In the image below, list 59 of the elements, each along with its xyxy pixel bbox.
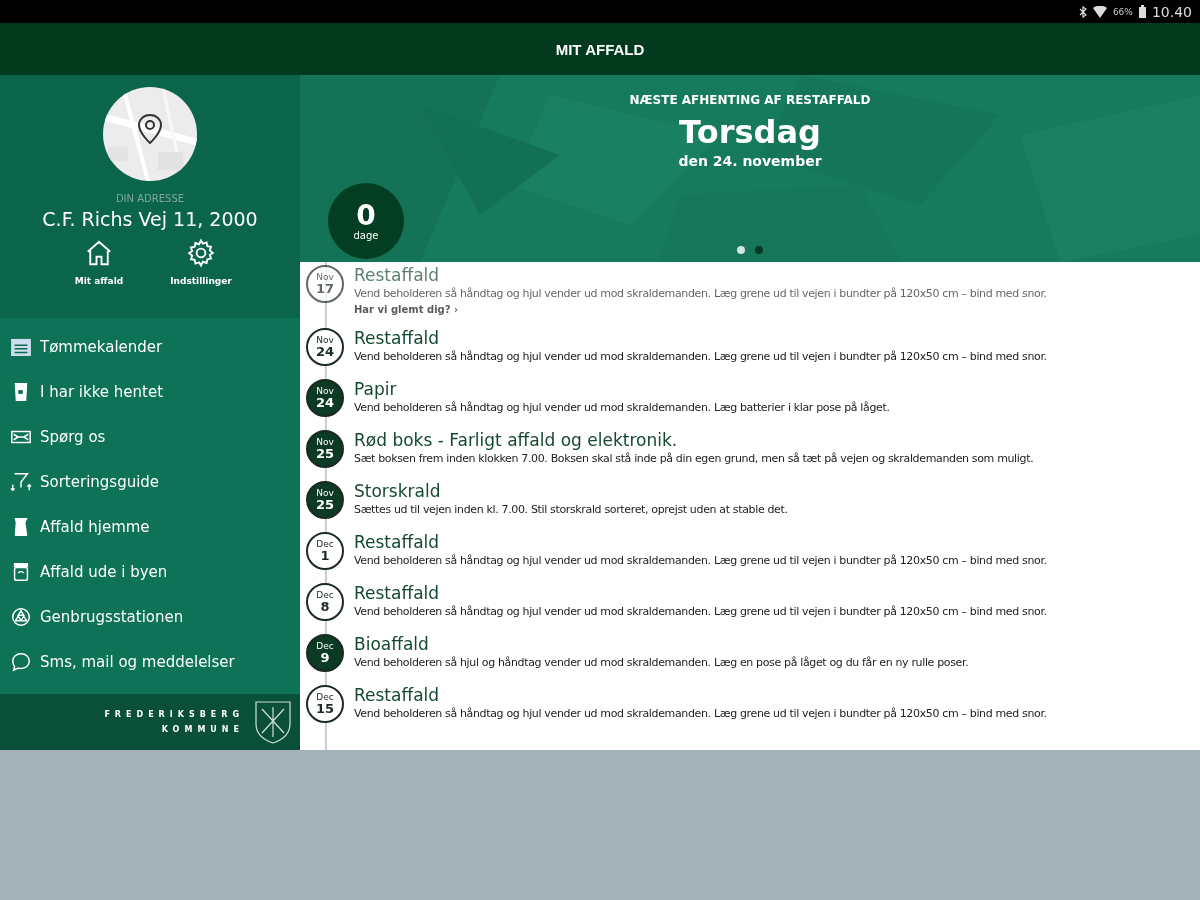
wifi-icon: [1092, 5, 1107, 18]
page-dot[interactable]: [737, 246, 745, 254]
date-badge: Dec 15: [306, 685, 344, 723]
menu-item[interactable]: I har ikke hentet: [0, 369, 300, 414]
menu-item[interactable]: Sms, mail og meddelelser: [0, 639, 300, 684]
pickup-instructions: Vend beholderen så hjul og håndtag vender ud mod skraldemanden. Læg en pose på låget og du får en ny rulle poser.: [354, 656, 969, 669]
pickup-title: Bioaffald: [354, 634, 430, 654]
menu-item[interactable]: Sorteringsguide: [0, 459, 300, 504]
missed-pickup-link[interactable]: Har vi glemt dig? ›: [354, 304, 1047, 315]
bluetooth-icon: [1078, 5, 1087, 18]
menu-item[interactable]: Spørg os: [0, 414, 300, 459]
pickup-instructions: Vend beholderen så håndtag og hjul vender ud mod skraldemanden. Læg grene ud til vejen i bundter på 120x50 cm – bind med snor.: [354, 350, 1047, 363]
date-badge: Dec 1: [306, 532, 344, 570]
pickup-instructions: Sæt boksen frem inden klokken 7.00. Boksen skal stå inde på din egen grund, men så tæt på vejen og skraldemanden som muligt.: [354, 452, 1034, 465]
pickup-instructions: Sættes ud til vejen inden kl. 7.00. Stil storskrald sorteret, oprejst uden at stable det.: [354, 503, 788, 516]
crest-icon: [254, 699, 292, 745]
pickup-instructions: Vend beholderen så håndtag og hjul vender ud mod skraldemanden. Læg grene ud til vejen i bundter på 120x50 cm – bind med snor.: [354, 287, 1047, 300]
pickup-instructions: Vend beholderen så håndtag og hjul vender ud mod skraldemanden. Læg grene ud til vejen i bundter på 120x50 cm – bind med snor.: [354, 707, 1047, 720]
app-title: MIT AFFALD: [555, 40, 645, 58]
date-badge: Nov 25: [306, 430, 344, 468]
battery-percent: 66%: [1112, 6, 1133, 17]
date-badge: Nov 24: [306, 379, 344, 417]
chat-icon: [10, 650, 32, 673]
pickup-date: den 24. november: [678, 153, 822, 169]
date-badge: Dec 9: [306, 634, 344, 672]
page-dot[interactable]: [755, 246, 763, 254]
pickup-instructions: Vend beholderen så håndtag og hjul vender ud mod skraldemanden. Læg batterier i klar pose på låget.: [354, 401, 890, 414]
date-badge: Nov 24: [306, 328, 344, 366]
menu-item[interactable]: Genbrugsstationen: [0, 594, 300, 639]
pickup-title: Papir: [354, 379, 398, 399]
countdown-unit: dage: [353, 229, 379, 241]
menu-item[interactable]: Affald ude i byen: [0, 549, 300, 594]
date-badge: Dec 8: [306, 583, 344, 621]
pickup-title: Restaffald: [354, 265, 441, 285]
pickup-title: Restaffald: [354, 532, 441, 552]
address-label: DIN ADRESSE: [115, 193, 185, 204]
clock: 10.40: [1151, 3, 1192, 20]
pickup-title: Rød boks - Farligt affald og elektronik.: [354, 430, 679, 450]
date-badge: Nov 17: [306, 265, 344, 303]
pickup-title: Restaffald: [354, 583, 441, 603]
battery-icon: [1138, 5, 1146, 18]
pickup-title: Restaffald: [354, 328, 441, 348]
menu-item[interactable]: Affald hjemme: [0, 504, 300, 549]
municipality-name: KOMMUNE: [161, 725, 244, 734]
pickup-day: Torsdag: [679, 113, 821, 151]
menu-item[interactable]: Tømmekalender: [0, 324, 300, 369]
nav-button[interactable]: Mit affald: [67, 238, 131, 286]
countdown-number: 0: [356, 201, 376, 230]
date-badge: Nov 25: [306, 481, 344, 519]
nav-button[interactable]: Indstillinger: [169, 238, 233, 286]
recycle-icon: [10, 605, 32, 628]
settings-icon: [186, 238, 216, 268]
address: C.F. Richs Vej 11, 2000: [42, 208, 258, 230]
next-pickup-label: NÆSTE AFHENTING AF RESTAFFALD: [629, 93, 871, 107]
pickup-title: Restaffald: [354, 685, 441, 705]
municipality-name: FREDERIKSBERG: [104, 710, 244, 719]
pickup-instructions: Vend beholderen så håndtag og hjul vender ud mod skraldemanden. Læg grene ud til vejen i bundter på 120x50 cm – bind med snor.: [354, 554, 1047, 567]
pickup-instructions: Vend beholderen så håndtag og hjul vender ud mod skraldemanden. Læg grene ud til vejen i bundter på 120x50 cm – bind med snor.: [354, 605, 1047, 618]
pickup-title: Storskrald: [354, 481, 442, 501]
